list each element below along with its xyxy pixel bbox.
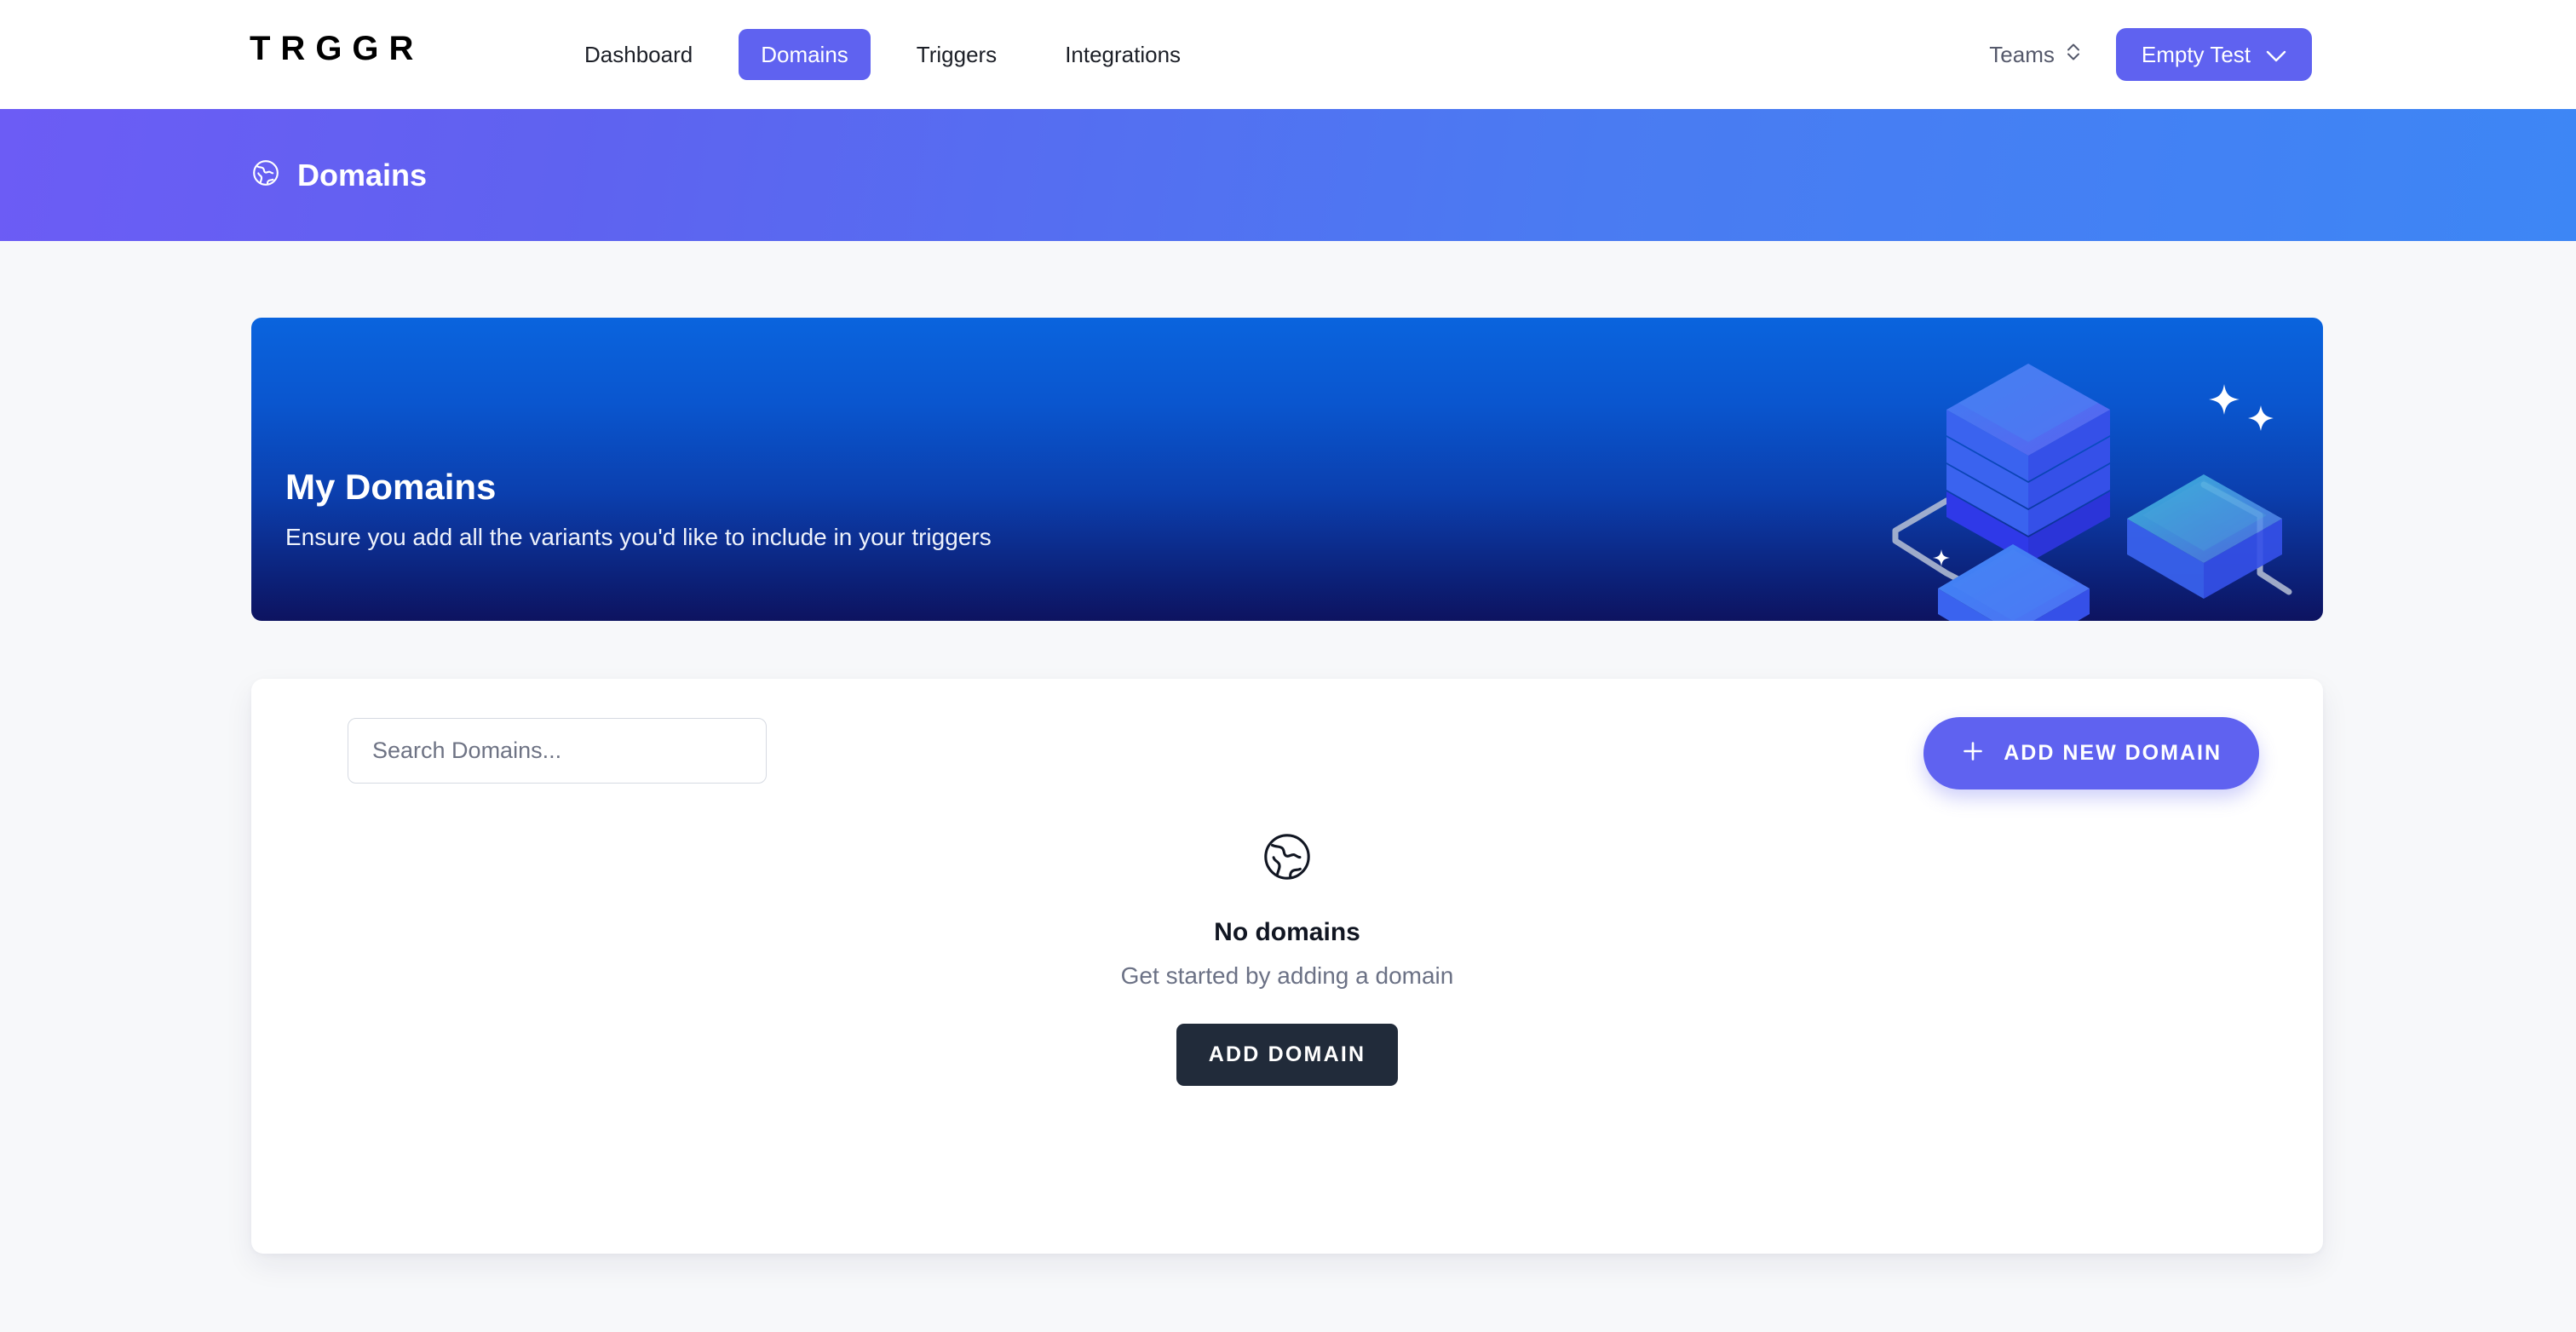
plus-icon <box>1961 739 1985 767</box>
empty-state: No domains Get started by adding a domai… <box>251 830 2323 1086</box>
page-banner: Domains <box>0 109 2576 241</box>
page-banner-content: Domains <box>251 158 427 192</box>
team-switcher-label: Empty Test <box>2141 42 2251 67</box>
hero-subtitle: Ensure you add all the variants you'd li… <box>285 524 992 550</box>
hero-card: My Domains Ensure you add all the varian… <box>251 318 2323 621</box>
domains-page: TRGGR Dashboard Domains Triggers Integra… <box>0 0 2576 1332</box>
app-logo[interactable]: TRGGR <box>250 32 423 66</box>
page-title: Domains <box>297 157 428 192</box>
nav-right-cluster: Teams Empty Test <box>1989 0 2576 109</box>
up-down-chevron-icon <box>2065 38 2082 72</box>
add-domain-button[interactable]: ADD DOMAIN <box>1176 1024 1399 1086</box>
domains-panel: ADD NEW DOMAIN No domains Get started by… <box>251 679 2323 1254</box>
primary-nav: Dashboard Domains Triggers Integrations <box>562 0 1203 109</box>
empty-state-title: No domains <box>1214 918 1360 946</box>
search-input[interactable] <box>348 718 767 784</box>
globe-icon <box>1261 830 1314 887</box>
teams-selector[interactable]: Teams <box>1989 38 2082 72</box>
teams-label: Teams <box>1989 41 2055 67</box>
nav-item-dashboard[interactable]: Dashboard <box>562 29 715 80</box>
add-new-domain-button[interactable]: ADD NEW DOMAIN <box>1923 717 2259 789</box>
nav-item-integrations[interactable]: Integrations <box>1043 29 1203 80</box>
globe-icon <box>251 158 280 192</box>
empty-state-subtitle: Get started by adding a domain <box>1120 962 1454 989</box>
hero-title: My Domains <box>285 467 497 507</box>
top-navigation-bar: TRGGR Dashboard Domains Triggers Integra… <box>0 0 2576 109</box>
team-switcher-button[interactable]: Empty Test <box>2115 28 2312 81</box>
nav-item-triggers[interactable]: Triggers <box>894 29 1019 80</box>
nav-item-domains[interactable]: Domains <box>739 29 871 80</box>
add-new-domain-label: ADD NEW DOMAIN <box>2004 741 2222 765</box>
hero-text-block: My Domains Ensure you add all the varian… <box>285 469 992 549</box>
chevron-down-icon <box>2266 43 2286 66</box>
isometric-database-stack-illustration <box>1846 318 2323 621</box>
